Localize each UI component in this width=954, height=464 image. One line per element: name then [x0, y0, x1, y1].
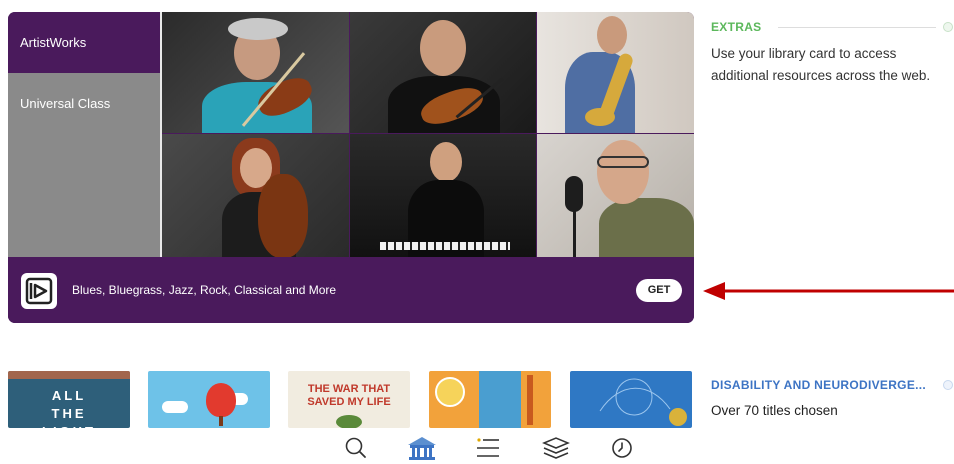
photo-cellist: [162, 134, 349, 257]
sidebar-item-universal-class[interactable]: Universal Class: [8, 73, 160, 134]
photo-saxophonist: [537, 12, 694, 133]
photo-violinist-black: [350, 12, 536, 133]
collapse-icon[interactable]: [943, 380, 953, 390]
section-divider: [778, 27, 936, 28]
book-cover[interactable]: [570, 371, 692, 428]
menu-icon[interactable]: [466, 428, 510, 464]
video-play-icon: [21, 273, 57, 309]
extras-card: ArtistWorks Universal Class Blues, Blueg…: [8, 12, 694, 323]
search-icon[interactable]: [334, 428, 378, 464]
extras-card-footer: Blues, Bluegrass, Jazz, Rock, Classical …: [8, 257, 694, 323]
photo-violinist-teal: [162, 12, 349, 133]
bottom-navigation-bar: [0, 428, 954, 464]
clock-icon[interactable]: [600, 428, 644, 464]
book-cover[interactable]: ALL THE LIGHT: [8, 371, 130, 428]
extras-card-description: Blues, Bluegrass, Jazz, Rock, Classical …: [72, 283, 337, 297]
book-cover[interactable]: [429, 371, 551, 428]
library-icon[interactable]: [400, 428, 444, 464]
shelf-icon[interactable]: [534, 428, 578, 464]
get-button[interactable]: GET: [636, 279, 682, 302]
red-arrow-icon: [703, 280, 954, 307]
disability-section-title[interactable]: DISABILITY AND NEURODIVERGE...: [711, 378, 926, 392]
book-cover[interactable]: THE WAR THAT SAVED MY LIFE: [288, 371, 410, 428]
sidebar-item-artistworks[interactable]: ArtistWorks: [8, 12, 160, 73]
photo-singer: [537, 134, 694, 257]
collapse-icon[interactable]: [943, 22, 953, 32]
extras-section-title: EXTRAS: [711, 20, 762, 34]
book-cover[interactable]: [148, 371, 270, 428]
disability-section-subtitle: Over 70 titles chosen: [711, 403, 838, 418]
extras-sidebar: ArtistWorks Universal Class: [8, 12, 162, 257]
artist-photo-collage[interactable]: [162, 12, 694, 257]
photo-pianist: [350, 134, 536, 257]
extras-section-description: Use your library card to access addition…: [711, 46, 931, 83]
